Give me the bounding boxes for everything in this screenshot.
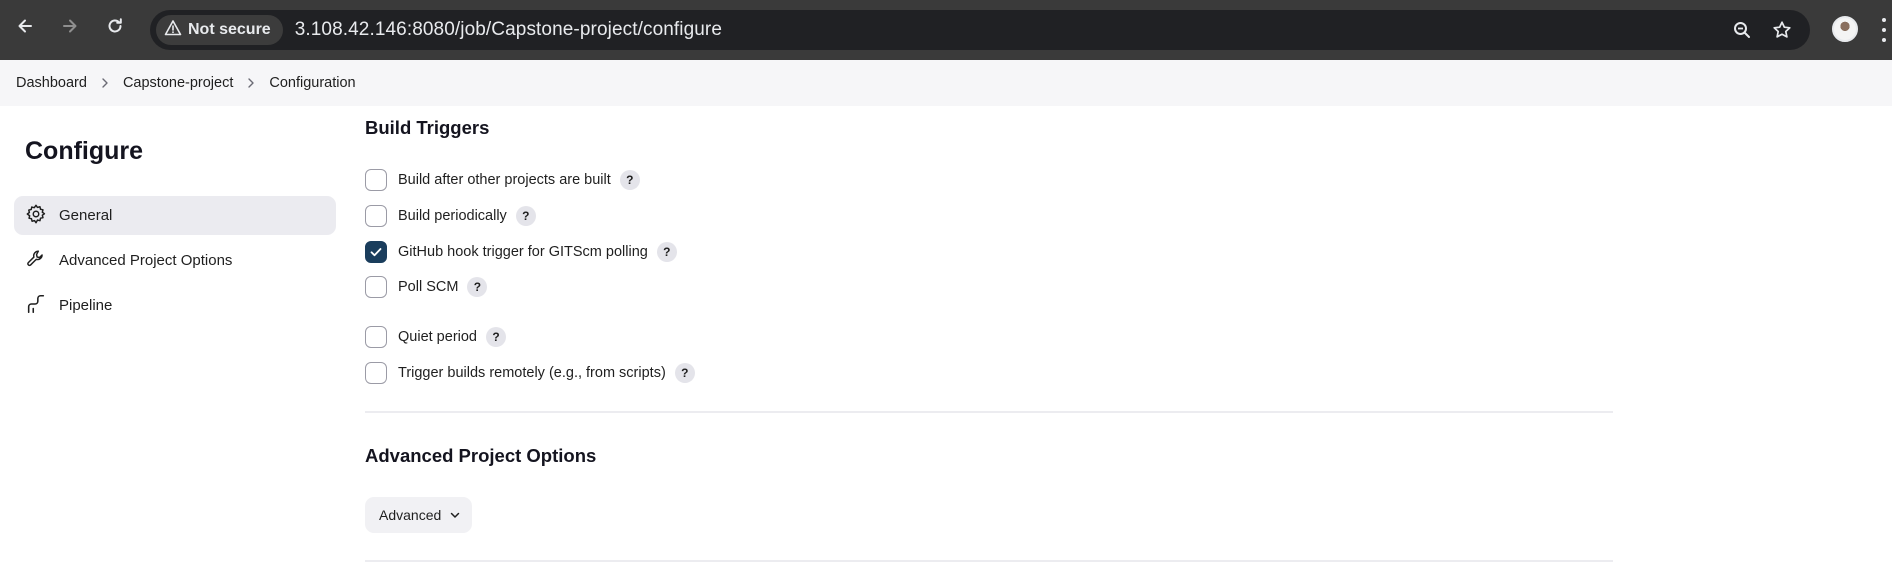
- checkbox-checked[interactable]: [365, 241, 387, 263]
- checkbox-label[interactable]: Quiet period: [398, 329, 477, 345]
- reload-icon[interactable]: [103, 14, 127, 38]
- security-indicator[interactable]: Not secure: [156, 15, 283, 45]
- checkbox[interactable]: [365, 205, 387, 227]
- help-icon[interactable]: ?: [674, 363, 695, 383]
- checkbox[interactable]: [365, 326, 387, 348]
- profile-avatar[interactable]: [1832, 16, 1858, 42]
- breadcrumb: Dashboard Capstone-project Configuration: [0, 60, 1892, 106]
- wrench-icon: [25, 248, 59, 274]
- sidebar-item-pipeline[interactable]: Pipeline: [14, 286, 336, 325]
- breadcrumb-configuration[interactable]: Configuration: [269, 75, 355, 91]
- breadcrumb-dashboard[interactable]: Dashboard: [16, 75, 87, 91]
- sidebar-item-advanced-project-options[interactable]: Advanced Project Options: [14, 241, 336, 280]
- trigger-build-periodically[interactable]: Build periodically ?: [365, 204, 536, 228]
- gear-icon: [25, 203, 59, 229]
- chevron-right-icon: [100, 78, 110, 88]
- section-title-build-triggers: Build Triggers: [365, 117, 490, 138]
- warning-icon: [164, 19, 182, 42]
- checkbox[interactable]: [365, 362, 387, 384]
- section-divider: [365, 411, 1613, 413]
- sidebar-item-label: Pipeline: [59, 297, 113, 314]
- checkmark-icon: [370, 248, 382, 257]
- sidebar-item-label: Advanced Project Options: [59, 252, 233, 269]
- help-icon[interactable]: ?: [486, 327, 506, 347]
- checkbox[interactable]: [365, 276, 387, 298]
- trigger-github-hook[interactable]: GitHub hook trigger for GITScm polling ?: [365, 240, 677, 264]
- url-text[interactable]: 3.108.42.146:8080/job/Capstone-project/c…: [295, 19, 722, 41]
- security-label: Not secure: [188, 21, 271, 38]
- option-quiet-period[interactable]: Quiet period ?: [365, 325, 506, 349]
- pipeline-icon: [25, 293, 59, 319]
- back-arrow-icon[interactable]: [13, 14, 37, 38]
- help-icon[interactable]: ?: [619, 170, 640, 190]
- help-icon[interactable]: ?: [656, 242, 677, 262]
- checkbox-label[interactable]: Poll SCM: [398, 279, 458, 295]
- star-icon[interactable]: [1770, 18, 1794, 42]
- trigger-build-after-other-projects[interactable]: Build after other projects are built ?: [365, 168, 640, 192]
- sidebar-item-label: General: [59, 207, 113, 224]
- chevron-down-icon: [451, 512, 460, 518]
- more-menu-icon[interactable]: [1880, 18, 1888, 42]
- address-bar[interactable]: Not secure 3.108.42.146:8080/job/Capston…: [150, 10, 1810, 50]
- checkbox-label[interactable]: GitHub hook trigger for GITScm polling: [398, 244, 648, 260]
- checkbox-label[interactable]: Build periodically: [398, 208, 507, 224]
- forward-arrow-icon[interactable]: [58, 14, 82, 38]
- chevron-right-icon: [246, 78, 256, 88]
- trigger-poll-scm[interactable]: Poll SCM ?: [365, 275, 488, 299]
- advanced-button-label: Advanced: [379, 507, 442, 523]
- zoom-icon[interactable]: [1730, 18, 1754, 42]
- checkbox[interactable]: [365, 169, 387, 191]
- page-title: Configure: [25, 137, 144, 165]
- trigger-builds-remotely[interactable]: Trigger builds remotely (e.g., from scri…: [365, 361, 695, 385]
- advanced-button[interactable]: Advanced: [365, 497, 472, 533]
- help-icon[interactable]: ?: [515, 206, 536, 226]
- checkbox-label[interactable]: Trigger builds remotely (e.g., from scri…: [398, 365, 666, 381]
- section-title-advanced-project-options: Advanced Project Options: [365, 445, 597, 466]
- sidebar-item-general[interactable]: General: [14, 196, 336, 235]
- browser-toolbar: Not secure 3.108.42.146:8080/job/Capston…: [0, 0, 1892, 60]
- breadcrumb-project[interactable]: Capstone-project: [123, 75, 233, 91]
- help-icon[interactable]: ?: [467, 277, 488, 297]
- section-divider: [365, 560, 1613, 562]
- checkbox-label[interactable]: Build after other projects are built: [398, 172, 611, 188]
